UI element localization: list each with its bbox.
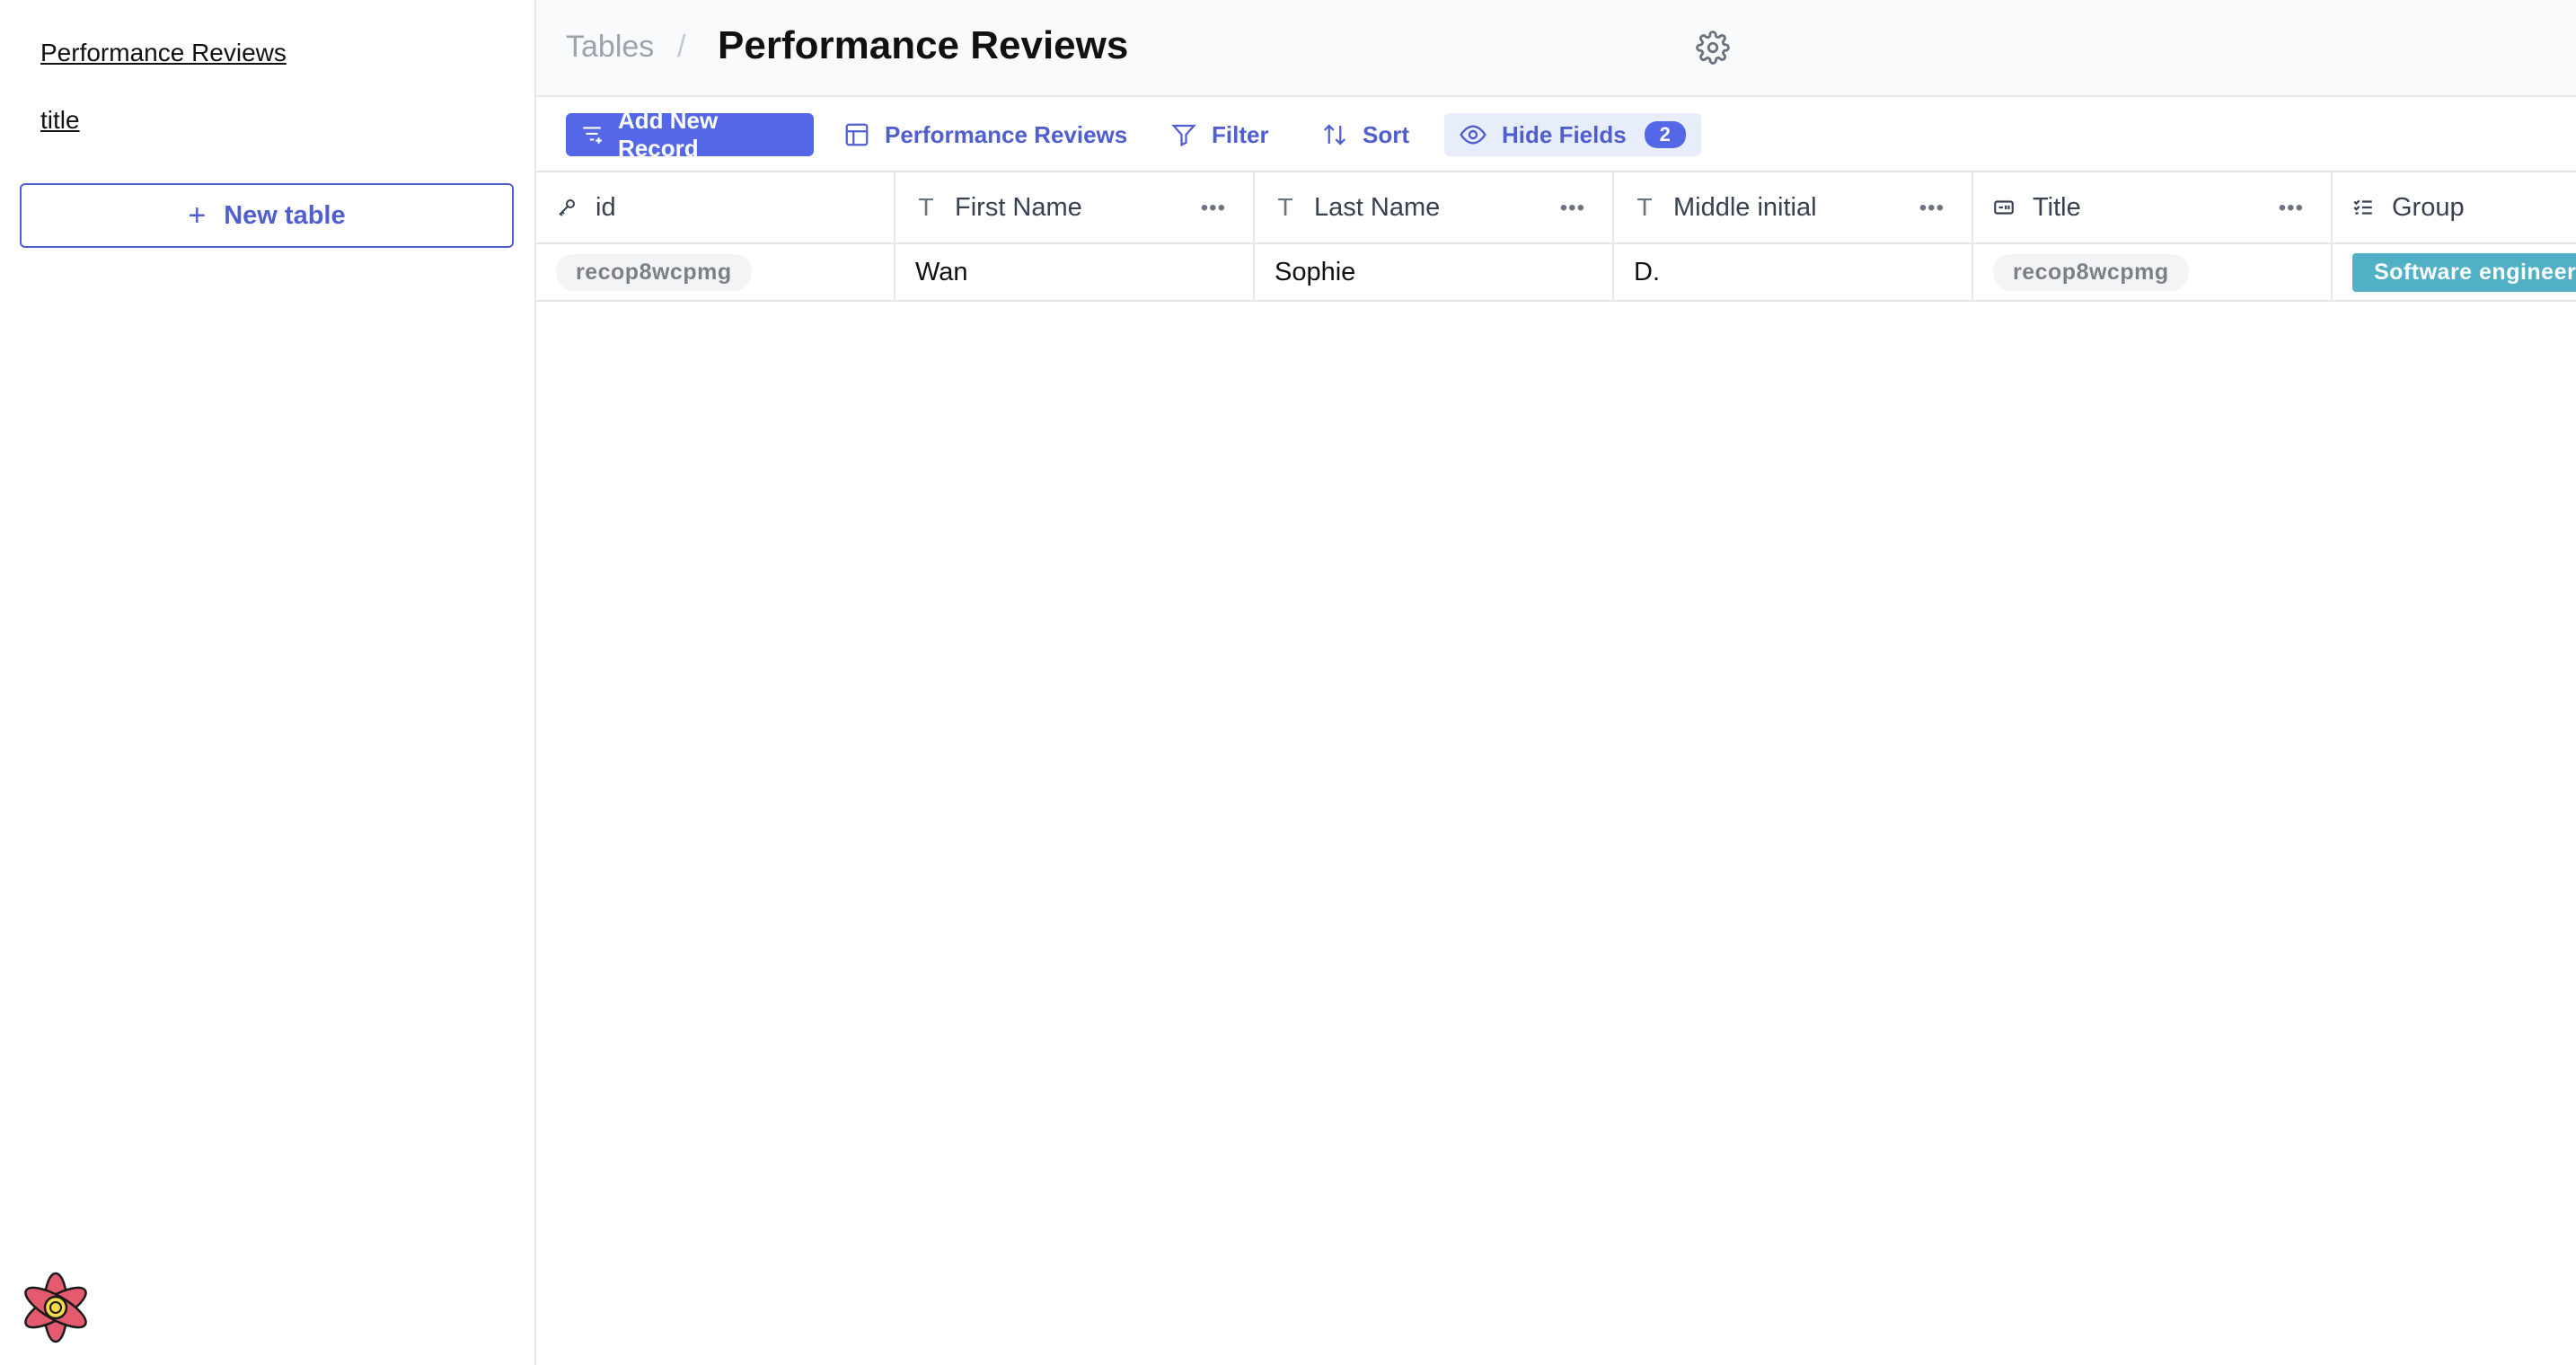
column-menu-icon[interactable]: •••: [1201, 196, 1226, 221]
new-table-label: New table: [224, 200, 346, 230]
view-selector[interactable]: Performance Reviews: [843, 113, 1127, 156]
header: Tables / Performance Reviews: [536, 0, 2576, 97]
sort-button[interactable]: Sort: [1321, 113, 1409, 156]
column-label: id: [595, 192, 616, 222]
filter-label: Filter: [1212, 120, 1269, 148]
table-row[interactable]: recop8wcpmg Wan Sophie D. recop8wcpmg So…: [536, 244, 2576, 302]
column-header-id[interactable]: id: [536, 172, 895, 242]
group-tag: Software engineer: [2352, 252, 2576, 292]
column-header-group[interactable]: Group: [2333, 172, 2576, 242]
column-label: Title: [2033, 192, 2081, 222]
gear-icon[interactable]: [1696, 31, 1730, 65]
text-icon: T: [1636, 193, 1653, 221]
column-header-last-name[interactable]: T Last Name •••: [1255, 172, 1614, 242]
filter-button[interactable]: Filter: [1170, 113, 1269, 156]
cell-first-name[interactable]: Wan: [895, 244, 1255, 300]
column-label: Group: [2392, 192, 2465, 222]
cell-id[interactable]: recop8wcpmg: [536, 244, 895, 300]
sidebar: Performance Reviews title + New table: [0, 0, 536, 1365]
sort-label: Sort: [1363, 120, 1409, 148]
cell-last-name[interactable]: Sophie: [1255, 244, 1614, 300]
text-icon: T: [1277, 193, 1293, 221]
main-area: Tables / Performance Reviews Add New Rec…: [536, 0, 2576, 1365]
breadcrumb-separator: /: [677, 30, 686, 64]
page-title: Performance Reviews: [718, 23, 1129, 67]
hide-fields-button[interactable]: Hide Fields 2: [1444, 113, 1701, 156]
atom-logo-icon: [24, 1272, 87, 1343]
toolbar: Add New Record Performance Reviews Filte…: [536, 97, 2576, 172]
cell-middle-initial[interactable]: D.: [1614, 244, 1973, 300]
view-label: Performance Reviews: [885, 120, 1128, 148]
column-label: Middle initial: [1673, 192, 1817, 222]
add-new-record-button[interactable]: Add New Record: [566, 107, 814, 162]
table-icon: [845, 123, 869, 146]
linked-record-pill[interactable]: recop8wcpmg: [1993, 253, 2189, 291]
cell-title[interactable]: recop8wcpmg: [1973, 244, 2333, 300]
eye-icon: [1460, 125, 1486, 145]
column-header-middle-initial[interactable]: T Middle initial •••: [1614, 172, 1973, 242]
multi-select-icon: [2351, 196, 2376, 219]
cell-group[interactable]: Software engineer: [2333, 244, 2576, 300]
link-record-icon: [1991, 196, 2016, 219]
sort-icon: [1323, 124, 1346, 145]
column-menu-icon[interactable]: •••: [2279, 196, 2304, 221]
hide-fields-label: Hide Fields: [1502, 120, 1627, 148]
plus-icon: +: [188, 198, 207, 233]
column-header-title[interactable]: Title •••: [1973, 172, 2333, 242]
column-header-first-name[interactable]: T First Name •••: [895, 172, 1255, 242]
record-id-pill: recop8wcpmg: [556, 253, 752, 291]
column-menu-icon[interactable]: •••: [1919, 196, 1945, 221]
column-label: Last Name: [1314, 192, 1441, 222]
filter-icon: [1171, 124, 1196, 147]
column-label: First Name: [955, 192, 1082, 222]
column-menu-icon[interactable]: •••: [1560, 196, 1585, 221]
header-row: id T First Name ••• T Last Name ••• T Mi…: [536, 172, 2576, 244]
sidebar-item-performance-reviews[interactable]: Performance Reviews: [40, 39, 287, 67]
key-icon: [554, 197, 579, 218]
breadcrumb-tables[interactable]: Tables: [566, 30, 654, 65]
text-icon: T: [918, 193, 934, 221]
new-table-button[interactable]: + New table: [20, 183, 514, 248]
hidden-count-badge: 2: [1644, 121, 1686, 148]
app: Performance Reviews title + New table Ta…: [0, 0, 2576, 1365]
sidebar-item-title[interactable]: title: [40, 106, 80, 135]
add-record-icon: [583, 127, 602, 144]
add-new-record-label: Add New Record: [618, 107, 719, 162]
